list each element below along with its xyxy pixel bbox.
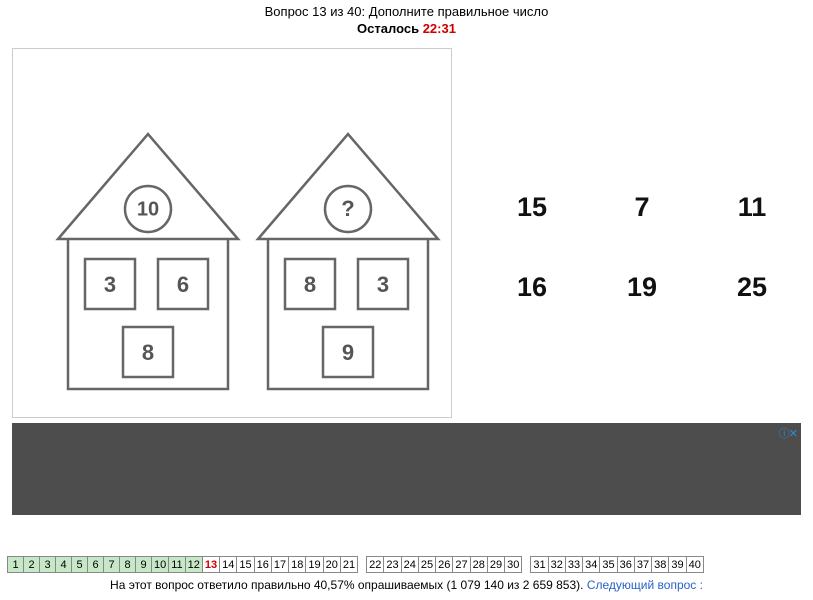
ad-close-icon[interactable]: ⓘ✕ xyxy=(779,425,797,441)
nav-cell-3[interactable]: 3 xyxy=(39,556,56,573)
nav-cell-37[interactable]: 37 xyxy=(634,556,652,573)
nav-cell-10[interactable]: 10 xyxy=(151,556,169,573)
question-nav: 1234567891011121314151617181920212223242… xyxy=(7,556,704,573)
timer-line: Осталось 22:31 xyxy=(0,21,813,38)
nav-cell-6[interactable]: 6 xyxy=(87,556,104,573)
answer-grid: 15 7 11 16 19 25 xyxy=(482,168,802,328)
nav-cell-12[interactable]: 12 xyxy=(185,556,203,573)
nav-cell-29[interactable]: 29 xyxy=(487,556,505,573)
nav-cell-4[interactable]: 4 xyxy=(55,556,72,573)
nav-cell-24[interactable]: 24 xyxy=(401,556,419,573)
nav-cell-22[interactable]: 22 xyxy=(366,556,384,573)
nav-cell-16[interactable]: 16 xyxy=(254,556,272,573)
nav-cell-28[interactable]: 28 xyxy=(470,556,488,573)
nav-cell-11[interactable]: 11 xyxy=(168,556,185,573)
nav-cell-1[interactable]: 1 xyxy=(7,556,24,573)
next-question-link[interactable]: Следующий вопрос : xyxy=(587,578,703,592)
house2-roof: ? xyxy=(341,196,354,221)
nav-cell-21[interactable]: 21 xyxy=(340,556,358,573)
nav-cell-5[interactable]: 5 xyxy=(71,556,88,573)
nav-cell-7[interactable]: 7 xyxy=(103,556,120,573)
answer-option[interactable]: 19 xyxy=(627,272,657,303)
nav-cell-8[interactable]: 8 xyxy=(119,556,136,573)
nav-cell-26[interactable]: 26 xyxy=(435,556,453,573)
ad-banner: ⓘ✕ xyxy=(12,423,801,515)
house1-door: 8 xyxy=(142,340,154,365)
nav-cell-23[interactable]: 23 xyxy=(383,556,401,573)
nav-cell-15[interactable]: 15 xyxy=(236,556,254,573)
nav-cell-39[interactable]: 39 xyxy=(668,556,686,573)
timer-value: 22:31 xyxy=(423,21,456,36)
answer-option[interactable]: 15 xyxy=(517,192,547,223)
nav-cell-27[interactable]: 27 xyxy=(452,556,470,573)
nav-cell-31[interactable]: 31 xyxy=(530,556,548,573)
nav-cell-34[interactable]: 34 xyxy=(582,556,600,573)
content-area: 10 3 6 8 ? 8 3 9 15 xyxy=(12,48,813,418)
nav-cell-14[interactable]: 14 xyxy=(219,556,237,573)
nav-cell-30[interactable]: 30 xyxy=(504,556,522,573)
question-title: Вопрос 13 из 40: Дополните правильное чи… xyxy=(0,4,813,21)
nav-cell-38[interactable]: 38 xyxy=(651,556,669,573)
nav-cell-25[interactable]: 25 xyxy=(418,556,436,573)
answer-option[interactable]: 16 xyxy=(517,272,547,303)
nav-cell-13[interactable]: 13 xyxy=(202,556,220,573)
nav-cell-32[interactable]: 32 xyxy=(548,556,566,573)
house2-win1: 8 xyxy=(304,272,316,297)
puzzle-image: 10 3 6 8 ? 8 3 9 xyxy=(12,48,452,418)
question-header: Вопрос 13 из 40: Дополните правильное чи… xyxy=(0,0,813,38)
house-1: 10 3 6 8 xyxy=(58,134,238,389)
house1-win1: 3 xyxy=(104,272,116,297)
house1-win2: 6 xyxy=(177,272,189,297)
nav-cell-40[interactable]: 40 xyxy=(686,556,704,573)
nav-cell-18[interactable]: 18 xyxy=(288,556,306,573)
house1-roof: 10 xyxy=(137,198,159,220)
nav-cell-9[interactable]: 9 xyxy=(135,556,152,573)
nav-cell-19[interactable]: 19 xyxy=(305,556,323,573)
house2-door: 9 xyxy=(342,340,354,365)
footer: На этот вопрос ответило правильно 40,57%… xyxy=(0,578,813,592)
nav-cell-17[interactable]: 17 xyxy=(271,556,289,573)
nav-cell-33[interactable]: 33 xyxy=(565,556,583,573)
nav-cell-2[interactable]: 2 xyxy=(23,556,40,573)
house-2: ? 8 3 9 xyxy=(258,134,438,389)
house2-win2: 3 xyxy=(377,272,389,297)
nav-cell-20[interactable]: 20 xyxy=(323,556,341,573)
nav-cell-36[interactable]: 36 xyxy=(617,556,635,573)
stats-text: На этот вопрос ответило правильно 40,57%… xyxy=(110,578,583,592)
answer-option[interactable]: 11 xyxy=(738,192,767,223)
answer-option[interactable]: 7 xyxy=(634,192,649,223)
nav-cell-35[interactable]: 35 xyxy=(599,556,617,573)
remain-label: Осталось xyxy=(357,21,419,36)
answer-option[interactable]: 25 xyxy=(737,272,767,303)
